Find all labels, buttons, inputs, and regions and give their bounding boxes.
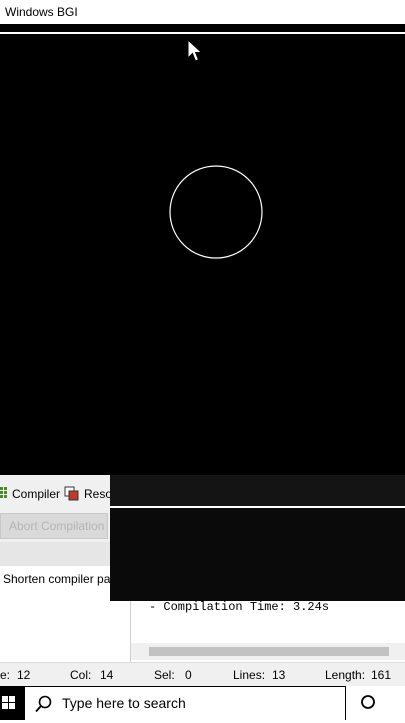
- compile-log-line: - Compilation Time: 3.24s: [149, 600, 330, 614]
- tab-compiler-label: Compiler: [12, 487, 61, 501]
- search-icon: [35, 695, 52, 713]
- bgi-canvas: [0, 34, 405, 475]
- overlay-window-titlebar: [110, 475, 405, 506]
- mouse-pointer-icon: [187, 38, 203, 62]
- status-line-value: 12: [17, 668, 31, 682]
- cortana-circle-icon: [361, 695, 375, 709]
- cortana-button[interactable]: [346, 686, 405, 720]
- compile-progress: [0, 542, 110, 566]
- abort-compilation-button[interactable]: Abort Compilation: [0, 513, 108, 539]
- status-sel-label: Sel:: [154, 668, 175, 682]
- status-bar: e: 12 Col: 14 Sel: 0 Lines: 13 Length: 1…: [0, 662, 405, 686]
- status-length-value: 161: [371, 668, 392, 682]
- compiler-grid-icon: [0, 487, 7, 498]
- tab-resources[interactable]: Reso: [64, 485, 112, 503]
- resources-icon: [64, 486, 79, 501]
- tab-resources-label: Reso: [84, 487, 113, 501]
- compile-toolbar: Abort Compilation: [0, 507, 110, 542]
- status-line-label: e:: [0, 668, 11, 682]
- windows-taskbar: Type here to search: [0, 686, 405, 720]
- windows-logo-icon: [2, 696, 15, 709]
- overlay-window-body: [110, 508, 405, 601]
- search-placeholder: Type here to search: [62, 695, 186, 711]
- tab-compiler[interactable]: Compiler: [0, 485, 60, 503]
- log-scroll-thumb[interactable]: [149, 647, 389, 656]
- drawn-circle: [169, 165, 263, 259]
- status-col-label: Col:: [70, 668, 92, 682]
- status-sel-value: 0: [185, 668, 192, 682]
- bgi-drawing: [169, 165, 263, 259]
- compile-log: - Compilation Time: 3.24s: [130, 595, 405, 662]
- taskbar-search-box[interactable]: Type here to search: [25, 687, 345, 720]
- bgi-title-divider: [0, 24, 405, 32]
- log-horizontal-scrollbar[interactable]: [131, 643, 405, 660]
- status-col-value: 14: [100, 668, 114, 682]
- bgi-window-title: Windows BGI: [0, 0, 405, 24]
- status-length-label: Length:: [325, 668, 366, 682]
- status-lines-value: 13: [272, 668, 286, 682]
- shorten-compiler-paths-option[interactable]: Shorten compiler path: [3, 572, 120, 586]
- start-button[interactable]: [0, 686, 22, 720]
- status-lines-label: Lines:: [233, 668, 266, 682]
